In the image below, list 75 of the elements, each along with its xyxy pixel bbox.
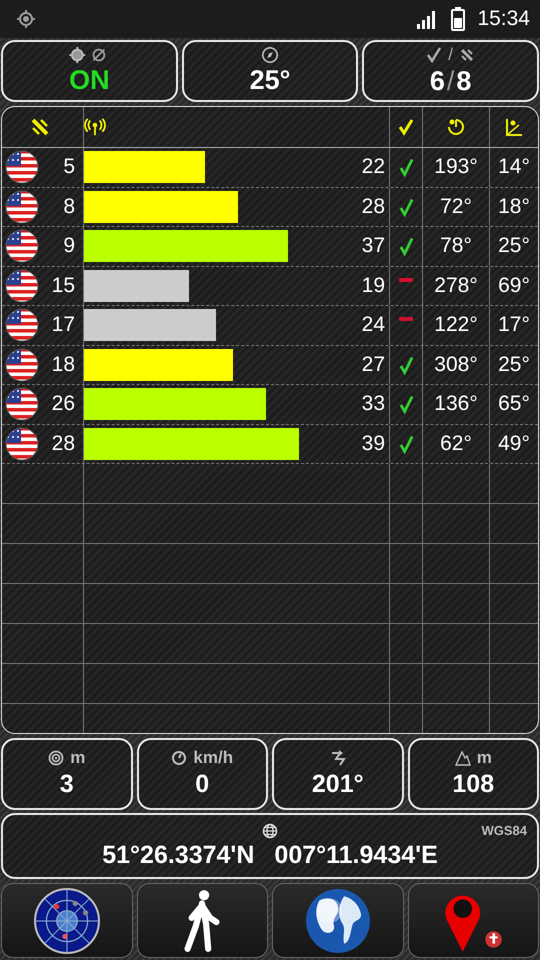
azimuth-value: 78° (440, 234, 472, 258)
globe-icon (304, 888, 371, 954)
signal-strength: 24 (362, 313, 385, 338)
latitude-value: 51°26.3374'N (102, 840, 254, 870)
separator: / (448, 45, 454, 65)
azimuth-icon (445, 117, 467, 137)
elevation-value: 18° (498, 194, 530, 219)
nav-button[interactable] (1, 883, 132, 958)
reading-value: 3 (60, 769, 74, 800)
elevation-value: 17° (498, 313, 530, 338)
flag-icon (5, 190, 39, 224)
azimuth-value: 278° (434, 274, 478, 298)
flag-icon (5, 308, 39, 342)
mountain-icon (454, 750, 471, 766)
flag-icon (5, 268, 39, 303)
elevation-icon (503, 117, 525, 137)
fix-status: ON (69, 64, 110, 96)
signal-strength: 39 (362, 432, 385, 456)
satellite-number: 9 (63, 234, 75, 258)
battery-icon (451, 7, 466, 31)
compass-icon (260, 46, 279, 64)
satellite-number: 28 (52, 432, 75, 456)
unit-label: m (476, 748, 492, 768)
radar-icon (34, 888, 100, 954)
satellite-number: 26 (52, 392, 75, 416)
elevation-value: 14° (498, 155, 530, 180)
azimuth-value: 122° (434, 313, 478, 338)
satellite-number: 17 (52, 313, 75, 338)
elevation-value: 49° (498, 432, 530, 456)
signal-strength: 19 (362, 274, 385, 298)
nav-button[interactable] (136, 883, 268, 958)
reading-value: 0 (195, 769, 210, 800)
clock-time: 15:34 (477, 7, 530, 31)
speedometer-icon (171, 750, 188, 766)
check-icon (398, 118, 414, 136)
gps-icon (16, 9, 36, 29)
flag-icon (5, 229, 39, 264)
reading-value: 108 (452, 769, 494, 800)
satellite-number: 15 (52, 274, 75, 298)
elevation-value: 25° (498, 352, 530, 377)
signal-strength: 27 (362, 352, 385, 377)
datum-label: WGS84 (481, 822, 527, 838)
reading-value: 201° (312, 769, 364, 800)
signal-strength: 28 (362, 194, 385, 219)
flag-icon (5, 387, 39, 422)
signal-strength: 22 (362, 155, 385, 180)
signal-strength: 33 (362, 392, 385, 416)
used-count: 6 (430, 66, 445, 96)
satellite-number: 5 (63, 155, 75, 180)
signal-strength: 37 (362, 234, 385, 258)
elevation-value: 25° (498, 234, 530, 258)
target-icon (48, 750, 64, 766)
bearing-value: 25° (250, 64, 290, 96)
azimuth-value: 136° (434, 392, 478, 416)
azimuth-value: 193° (434, 155, 478, 180)
separator: / (446, 66, 454, 96)
elevation-value: 65° (498, 392, 530, 416)
flag-icon (5, 150, 39, 184)
satellite-number: 8 (63, 194, 75, 219)
total-count: 8 (456, 66, 472, 96)
unit-label: km/h (193, 748, 234, 768)
azimuth-value: 308° (434, 352, 478, 377)
heading-arrow-icon (330, 750, 346, 766)
signal-antenna-icon (84, 117, 106, 137)
azimuth-value: 72° (440, 194, 472, 219)
unit-label: m (70, 748, 86, 768)
longitude-value: 007°11.9434'E (274, 840, 438, 870)
check-icon (426, 47, 442, 63)
azimuth-value: 62° (440, 432, 472, 456)
globe-icon (262, 822, 278, 838)
flag-icon (5, 348, 39, 382)
nav-button[interactable] (272, 883, 404, 958)
satellite-number: 18 (52, 352, 75, 377)
elevation-value: 69° (498, 274, 530, 298)
flag-icon (5, 426, 39, 461)
